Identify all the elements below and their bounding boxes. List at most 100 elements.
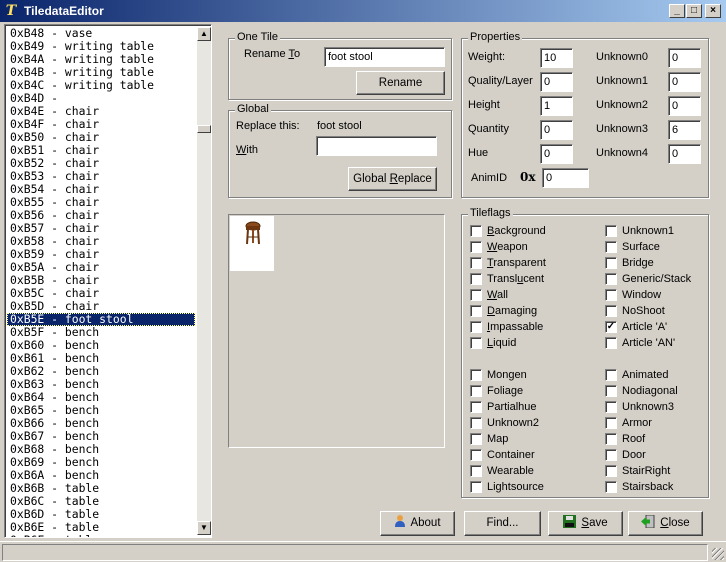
tileflag-right-8[interactable]: Animated [605,368,715,384]
tileflag-right-14[interactable]: StairRight [605,464,715,480]
checkbox[interactable] [470,417,482,429]
close-button[interactable]: Close [628,511,703,536]
checkbox[interactable] [605,273,617,285]
tileflag-right-1[interactable]: Surface [605,240,715,256]
maximize-button[interactable]: □ [686,4,702,18]
checkbox[interactable] [470,465,482,477]
global-replace-button[interactable]: Global Replace [348,167,437,191]
tileflag-left-13[interactable]: Container [470,448,580,464]
tileflag-right-11[interactable]: Armor [605,416,715,432]
quality-input[interactable]: 0 [540,72,573,92]
tileflag-left-9[interactable]: Foliage [470,384,580,400]
tileflag-left-11[interactable]: Unknown2 [470,416,580,432]
tileflag-right-9[interactable]: Nodiagonal [605,384,715,400]
tileflag-left-0[interactable]: Background [470,224,580,240]
tileflag-left-10[interactable]: Partialhue [470,400,580,416]
tileflag-right-6[interactable]: ✓ Article 'A' [605,320,715,336]
tileflag-right-3[interactable]: Generic/Stack [605,272,715,288]
checkbox[interactable] [605,369,617,381]
unknown4-label: Unknown4 [596,147,648,159]
tile-list-item[interactable]: 0xB6F - table [7,534,195,538]
checkbox[interactable] [470,305,482,317]
tile-list-scrollbar[interactable]: ▲ ▼ [197,27,211,535]
checkbox[interactable] [605,241,617,253]
tileflag-right-15[interactable]: Stairsback [605,480,715,496]
find-button[interactable]: Find... [464,511,541,536]
checkbox[interactable] [470,385,482,397]
close-window-button[interactable]: × [705,4,721,18]
tileflag-left-3[interactable]: Translucent [470,272,580,288]
tileflag-right-5[interactable]: NoShoot [605,304,715,320]
unknown3-input[interactable]: 6 [668,120,701,140]
tileflag-left-8[interactable]: Mongen [470,368,580,384]
tileflag-left-4[interactable]: Wall [470,288,580,304]
tileflag-left-15[interactable]: Lightsource [470,480,580,496]
checkbox[interactable] [470,433,482,445]
weight-input[interactable]: 10 [540,48,573,68]
floppy-icon [563,514,577,536]
checkbox[interactable] [470,369,482,381]
checkbox[interactable] [470,241,482,253]
tileflag-right-4[interactable]: Window [605,288,715,304]
tileflag-right-10[interactable]: Unknown3 [605,400,715,416]
quantity-input[interactable]: 0 [540,120,573,140]
checkbox[interactable] [470,321,482,333]
resize-grip-icon[interactable] [712,548,724,560]
scroll-thumb[interactable] [197,125,211,133]
unknown2-input[interactable]: 0 [668,96,701,116]
checkbox[interactable] [605,433,617,445]
checkbox[interactable] [605,481,617,493]
unknown0-input[interactable]: 0 [668,48,701,68]
checkbox[interactable] [605,449,617,461]
tileflag-left-2[interactable]: Transparent [470,256,580,272]
tileflag-left-14[interactable]: Wearable [470,464,580,480]
checkbox[interactable] [470,401,482,413]
rename-button[interactable]: Rename [356,71,445,95]
checkbox[interactable] [605,337,617,349]
checkbox[interactable] [605,305,617,317]
checkbox[interactable] [605,225,617,237]
tileflag-right-2[interactable]: Bridge [605,256,715,272]
about-button[interactable]: About [380,511,455,536]
tileflag-left-5[interactable]: Damaging [470,304,580,320]
tileflag-right-12[interactable]: Roof [605,432,715,448]
scroll-up-icon[interactable]: ▲ [197,27,211,41]
checkbox[interactable] [470,337,482,349]
tileflag-right-13[interactable]: Door [605,448,715,464]
save-button[interactable]: Save [548,511,623,536]
checkbox[interactable] [605,257,617,269]
minimize-button[interactable]: _ [669,4,685,18]
status-panel [2,544,708,561]
tile-list[interactable]: 0xB48 - vase 0xB49 - writing table 0xB4A -… [4,24,212,538]
checkbox[interactable] [470,449,482,461]
unknown1-input[interactable]: 0 [668,72,701,92]
tileflag-right-7[interactable]: Article 'AN' [605,336,715,352]
title-bar[interactable]: T TiledataEditor _ □ × [0,0,726,22]
unknown4-input[interactable]: 0 [668,144,701,164]
tileflag-right-0[interactable]: Unknown1 [605,224,715,240]
with-input[interactable] [316,136,437,156]
animid-input[interactable]: 0 [542,168,589,188]
checkbox[interactable] [470,481,482,493]
checkbox[interactable] [470,225,482,237]
tileflag-label-part: eapon [497,241,528,253]
tileflag-left-6[interactable]: Impassable [470,320,580,336]
checkbox[interactable] [605,401,617,413]
tileflag-label-part: all [496,289,508,301]
tileflag-left-7[interactable]: Liquid [470,336,580,352]
checkbox[interactable] [605,289,617,301]
tile-list-items[interactable]: 0xB48 - vase 0xB49 - writing table 0xB4A -… [7,27,195,538]
rename-input[interactable]: foot stool [324,47,445,67]
height-input[interactable]: 1 [540,96,573,116]
checkmark-icon[interactable]: ✓ [605,321,617,333]
hue-input[interactable]: 0 [540,144,573,164]
checkbox[interactable] [605,385,617,397]
tileflag-left-1[interactable]: Weapon [470,240,580,256]
tileflag-left-12[interactable]: Map [470,432,580,448]
checkbox[interactable] [605,417,617,429]
checkbox[interactable] [605,465,617,477]
checkbox[interactable] [470,273,482,285]
checkbox[interactable] [470,289,482,301]
scroll-down-icon[interactable]: ▼ [197,521,211,535]
checkbox[interactable] [470,257,482,269]
